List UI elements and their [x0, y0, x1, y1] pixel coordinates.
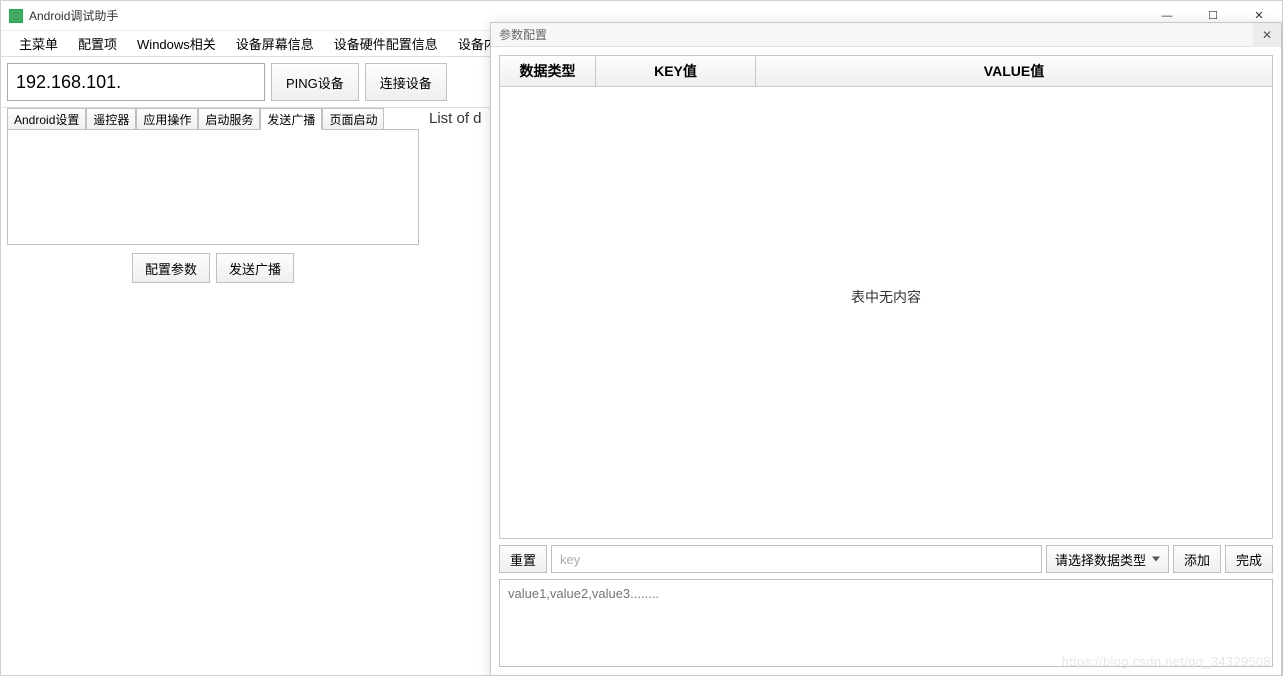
dialog-close-button[interactable]: ✕	[1253, 23, 1281, 47]
dialog-body: 数据类型 KEY值 VALUE值 表中无内容 重置 请选择数据类型 添加 完成	[491, 47, 1281, 675]
param-config-dialog: 参数配置 ✕ 数据类型 KEY值 VALUE值 表中无内容 重置 请选择数据类型…	[490, 22, 1282, 676]
window-title: Android调试助手	[29, 7, 118, 24]
tab-start-service[interactable]: 启动服务	[198, 108, 260, 130]
dialog-titlebar[interactable]: 参数配置 ✕	[491, 23, 1281, 47]
value-textarea[interactable]	[499, 579, 1273, 667]
send-broadcast-button[interactable]: 发送广播	[216, 253, 294, 283]
tab-android-settings[interactable]: Android设置	[7, 108, 86, 130]
tab-remote[interactable]: 遥控器	[86, 108, 136, 130]
key-input[interactable]	[551, 545, 1042, 573]
data-type-select[interactable]: 请选择数据类型	[1046, 545, 1169, 573]
config-param-button[interactable]: 配置参数	[132, 253, 210, 283]
tab-app-ops[interactable]: 应用操作	[136, 108, 198, 130]
menu-config[interactable]: 配置项	[68, 31, 127, 56]
data-type-select-label: 请选择数据类型	[1055, 550, 1146, 569]
below-tabs: 配置参数 发送广播	[7, 253, 419, 283]
done-button[interactable]: 完成	[1225, 545, 1273, 573]
add-button[interactable]: 添加	[1173, 545, 1221, 573]
col-value[interactable]: VALUE值	[756, 56, 1272, 86]
device-list-label: List of d	[419, 110, 482, 127]
grid-header: 数据类型 KEY值 VALUE值	[499, 55, 1273, 87]
dialog-controls: 重置 请选择数据类型 添加 完成	[499, 545, 1273, 573]
menu-screen-info[interactable]: 设备屏幕信息	[226, 31, 324, 56]
dialog-title: 参数配置	[499, 26, 547, 43]
grid-empty-text: 表中无内容	[851, 287, 921, 307]
tab-strip: Android设置 遥控器 应用操作 启动服务 发送广播 页面启动	[7, 108, 419, 130]
app-icon	[9, 9, 23, 23]
col-data-type[interactable]: 数据类型	[500, 56, 596, 86]
menu-windows[interactable]: Windows相关	[127, 31, 226, 56]
ip-input[interactable]	[7, 63, 265, 101]
reset-button[interactable]: 重置	[499, 545, 547, 573]
tabs-column: Android设置 遥控器 应用操作 启动服务 发送广播 页面启动 配置参数 发…	[7, 108, 419, 283]
ping-button[interactable]: PING设备	[271, 63, 359, 101]
grid-body: 表中无内容	[499, 87, 1273, 539]
tab-send-broadcast[interactable]: 发送广播	[260, 108, 322, 130]
col-key[interactable]: KEY值	[596, 56, 756, 86]
tab-page-start[interactable]: 页面启动	[322, 108, 384, 130]
menu-main[interactable]: 主菜单	[9, 31, 68, 56]
connect-button[interactable]: 连接设备	[365, 63, 447, 101]
tab-body	[7, 129, 419, 245]
menu-hardware-info[interactable]: 设备硬件配置信息	[324, 31, 448, 56]
